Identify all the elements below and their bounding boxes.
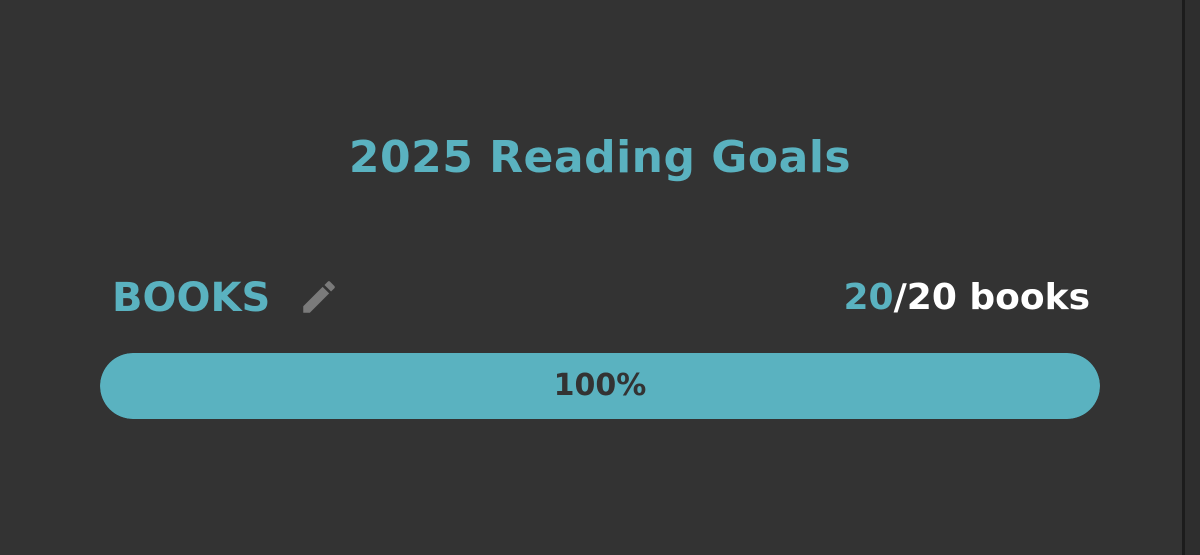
pencil-icon-glyph	[303, 281, 335, 313]
progress-bar: 100%	[100, 353, 1100, 419]
books-target: 20 books	[906, 277, 1090, 318]
progress-percent-label: 100%	[553, 368, 647, 403]
page-title: 2025 Reading Goals	[348, 132, 852, 183]
goal-label: BOOKS	[112, 275, 271, 321]
count-separator: /	[893, 277, 907, 318]
goal-progress-count: 20/20 books	[844, 272, 1091, 324]
scrollbar[interactable]	[1182, 0, 1200, 555]
pencil-icon[interactable]	[298, 276, 340, 318]
reading-goals-panel: 2025 Reading Goals BOOKS 20/20 books 100…	[0, 0, 1200, 555]
books-goal-header: BOOKS 20/20 books	[112, 270, 1090, 326]
books-read-count: 20	[843, 277, 894, 318]
